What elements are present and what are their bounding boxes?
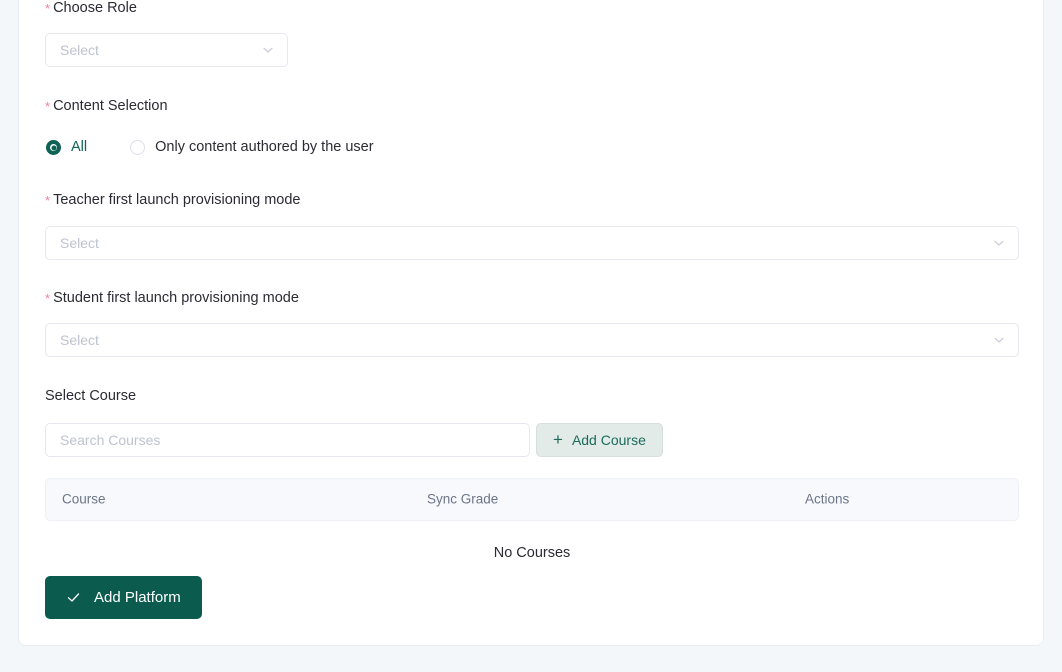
search-courses-placeholder: Search Courses — [60, 431, 161, 448]
field-student-provisioning: * Student first launch provisioning mode … — [45, 289, 1019, 357]
course-search-row: Search Courses + Add Course — [45, 422, 1019, 457]
student-provisioning-label: * Student first launch provisioning mode — [45, 289, 1019, 306]
check-icon — [66, 590, 81, 605]
courses-table: Course Sync Grade Actions No Courses — [45, 477, 1019, 561]
required-asterisk: * — [45, 193, 51, 208]
choose-role-select[interactable]: Select — [45, 32, 288, 67]
field-teacher-provisioning: * Teacher first launch provisioning mode … — [45, 193, 1019, 260]
page-root: *Choose Role Select *Content Selection — [0, 0, 1062, 672]
courses-table-header-row: Course Sync Grade Actions — [45, 477, 1019, 521]
content-selection-label: * Content Selection — [45, 97, 1019, 114]
choose-role-select-placeholder: Select — [60, 41, 99, 58]
student-provisioning-select-placeholder: Select — [60, 332, 99, 348]
radio-indicator-selected[interactable] — [46, 140, 61, 155]
chevron-down-icon — [262, 44, 274, 56]
add-platform-button[interactable]: Add Platform — [45, 576, 202, 619]
column-header-sync-grade: Sync Grade — [427, 491, 499, 507]
radio-option-all[interactable]: All — [46, 140, 87, 155]
required-asterisk: * — [45, 98, 51, 114]
add-course-button-label: Add Course — [571, 431, 646, 448]
plus-icon: + — [553, 430, 563, 449]
add-course-button[interactable]: + Add Course — [536, 422, 663, 457]
student-provisioning-select[interactable]: Select — [45, 323, 1019, 357]
column-header-course: Course — [62, 491, 106, 507]
teacher-provisioning-select-placeholder: Select — [60, 234, 99, 251]
select-course-label: Select Course — [45, 388, 137, 404]
courses-table-empty-state: No Courses — [493, 544, 571, 561]
teacher-provisioning-select[interactable]: Select — [45, 225, 1019, 260]
student-provisioning-label-text: Student first launch provisioning mode — [53, 289, 299, 306]
field-choose-role: * Choose Role Select — [45, 1, 1019, 67]
content-selection-label-text: Content Selection — [53, 97, 168, 114]
add-platform-button-label: Add Platform — [94, 589, 181, 606]
choose-role-label-text: Choose Role — [53, 0, 137, 16]
choose-role-label: * Choose Role — [45, 1, 1019, 16]
radio-option-authored[interactable]: Only content authored by the user — [130, 139, 374, 156]
teacher-provisioning-label-text: Teacher first launch provisioning mode — [53, 192, 301, 208]
radio-option-authored-label: Only content authored by the user — [155, 139, 374, 156]
chevron-down-icon — [993, 237, 1005, 249]
teacher-provisioning-label: * Teacher first launch provisioning mode — [45, 193, 1019, 208]
required-asterisk: * — [45, 1, 51, 16]
form-content: *Choose Role Select *Content Selection — [45, 1, 1019, 619]
search-courses-input[interactable]: Search Courses — [45, 422, 530, 457]
radio-indicator-unselected[interactable] — [130, 140, 146, 155]
platform-form-card: *Choose Role Select *Content Selection — [18, 0, 1044, 646]
required-asterisk: * — [45, 290, 51, 306]
field-select-course: Select Course Search Courses + Add Cours… — [45, 389, 1019, 457]
chevron-down-icon — [993, 334, 1005, 346]
radio-option-all-label: All — [71, 139, 88, 156]
content-selection-radio-group: All Only content authored by the user — [45, 140, 1019, 155]
column-header-actions: Actions — [805, 491, 850, 507]
field-content-selection: * Content Selection All Only content auth… — [45, 97, 1019, 155]
